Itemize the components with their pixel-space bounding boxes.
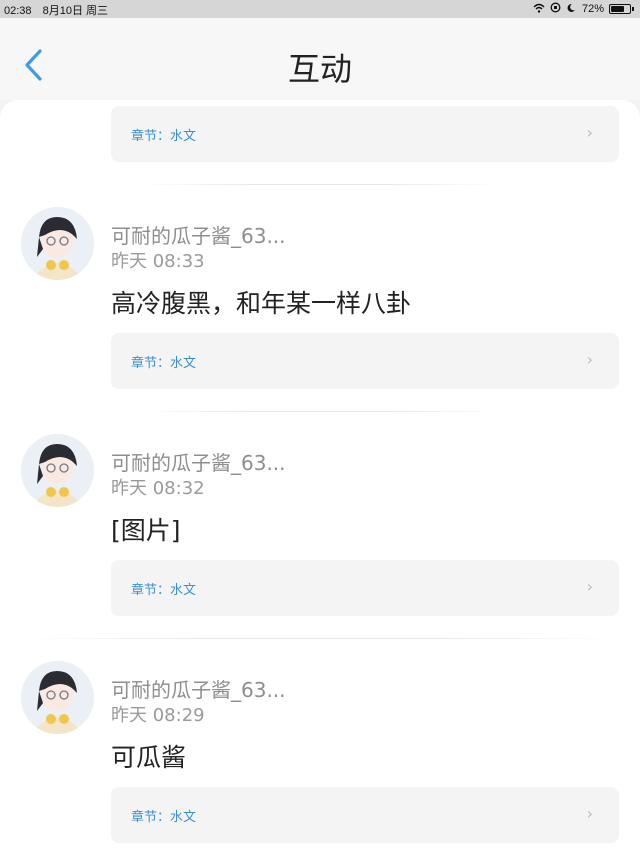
status-time: 02:38 (4, 5, 32, 17)
chapter-label: 章节：水文 (131, 583, 197, 598)
username[interactable]: 可耐的瓜子酱_63... (111, 447, 286, 476)
chapter-label: 章节：水文 (131, 356, 197, 371)
battery-cap (632, 7, 634, 11)
page-title: 互动 (287, 50, 352, 88)
orientation-lock-icon (550, 2, 561, 16)
chapter-link[interactable]: 章节：水文 › (111, 787, 619, 843)
divider (20, 638, 620, 639)
status-date: 8月10日 周三 (42, 5, 109, 17)
username[interactable]: 可耐的瓜子酱_63... (111, 220, 286, 249)
timestamp: 昨天 08:32 (111, 478, 205, 499)
chevron-right-icon: › (586, 577, 593, 596)
chapter-link[interactable]: 章节：水文 › (111, 560, 619, 616)
status-bar: 02:38 8月10日 周三 72% (0, 0, 640, 18)
chevron-right-icon: › (586, 123, 593, 142)
divider (140, 184, 500, 185)
comment-list: 章节：水文 › 可耐的瓜子酱_63... 昨天 08:33 高冷腹黑，和年某一样… (0, 100, 640, 853)
chapter-label: 章节：水文 (131, 810, 197, 825)
divider (140, 411, 500, 412)
avatar[interactable] (21, 207, 94, 280)
timestamp: 昨天 08:29 (111, 705, 205, 726)
chevron-right-icon: › (586, 804, 593, 823)
avatar[interactable] (21, 661, 94, 734)
wifi-icon (533, 3, 545, 16)
username[interactable]: 可耐的瓜子酱_63... (111, 674, 286, 703)
comment-text[interactable]: [图片] (111, 511, 181, 547)
timestamp: 昨天 08:33 (111, 251, 205, 272)
battery-percent: 72% (581, 3, 604, 15)
chapter-link[interactable]: 章节：水文 › (111, 106, 619, 162)
comment-text: 高冷腹黑，和年某一样八卦 (111, 289, 412, 318)
chapter-label: 章节：水文 (131, 129, 197, 144)
battery-fill (611, 6, 624, 12)
comment-text: 可瓜酱 (111, 743, 187, 772)
chevron-right-icon: › (586, 350, 593, 369)
avatar[interactable] (21, 434, 94, 507)
nav-header: 互动 (0, 18, 640, 100)
battery-icon (609, 4, 631, 14)
chapter-link[interactable]: 章节：水文 › (111, 333, 619, 389)
moon-icon (566, 3, 576, 16)
